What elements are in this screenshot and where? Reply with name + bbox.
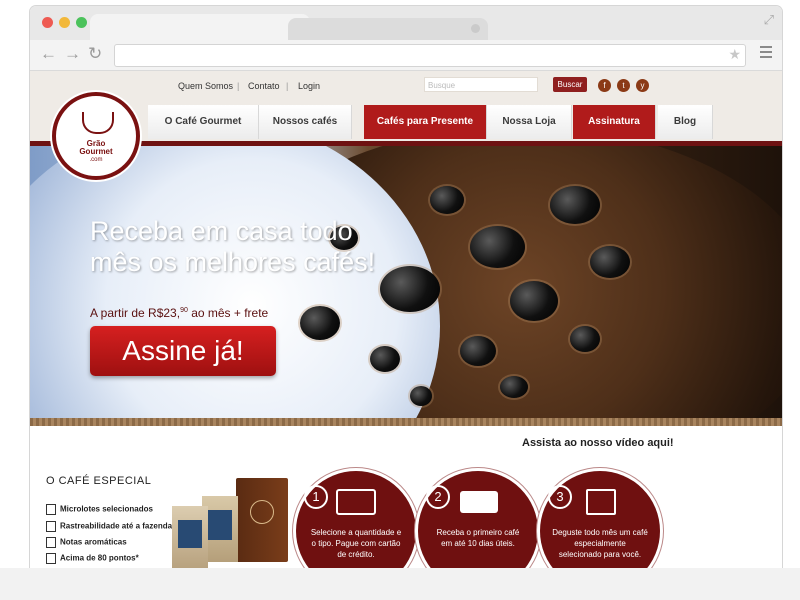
link-quem-somos[interactable]: Quem Somos xyxy=(178,81,233,91)
bag-icon xyxy=(46,504,56,515)
feature-label: Notas aromáticas xyxy=(60,537,127,547)
separator: | xyxy=(237,81,240,91)
bubble xyxy=(500,376,528,398)
separator: | xyxy=(286,81,289,91)
gift-box xyxy=(236,478,288,562)
feature-item: Acima de 80 pontos* xyxy=(46,553,139,564)
menu-icon[interactable] xyxy=(760,46,772,58)
feature-item: Notas aromáticas xyxy=(46,537,127,548)
browser-window: ⤢ ← → ↻ ★ Quem Somos | Contato | Login B… xyxy=(30,6,782,568)
tab-close-icon[interactable] xyxy=(471,24,480,33)
page-shadow-band xyxy=(0,568,800,600)
hero-title-line1: Receba em casa todo xyxy=(90,216,353,246)
bubble xyxy=(510,281,558,321)
step-2-badge: 2 Receba o primeiro café em até 10 dias … xyxy=(418,471,538,568)
coffee-bag xyxy=(172,506,208,568)
maximize-dot[interactable] xyxy=(76,17,87,28)
hero-title: Receba em casa todo mês os melhores café… xyxy=(90,216,375,278)
site-header: Quem Somos | Contato | Login Busque Busc… xyxy=(30,71,782,146)
step-3-badge: 3 Deguste todo mês um café especialmente… xyxy=(540,471,660,568)
feature-item: Microlotes selecionados xyxy=(46,504,153,515)
facebook-icon[interactable]: f xyxy=(598,79,611,92)
step-number: 1 xyxy=(304,485,328,509)
step-1-badge: 1 Selecione a quantidade e o tipo. Pague… xyxy=(296,471,416,568)
coffee-cup-icon xyxy=(82,112,114,134)
step-text: Receba o primeiro café em até 10 dias út… xyxy=(436,528,520,548)
feature-item: Rastreabilidade até a fazenda xyxy=(46,521,172,532)
step-text: Selecione a quantidade e o tipo. Pague c… xyxy=(310,528,402,559)
logo-line2: Gourmet xyxy=(79,147,113,156)
bubble xyxy=(370,346,400,372)
logo-line3: .com xyxy=(89,157,103,163)
bubble xyxy=(430,186,464,214)
nav-assinatura[interactable]: Assinatura xyxy=(573,105,656,139)
site-logo[interactable]: Grão Gourmet .com xyxy=(52,92,140,180)
link-contato[interactable]: Contato xyxy=(248,81,280,91)
hero-banner: Receba em casa todo mês os melhores café… xyxy=(30,146,782,418)
bag-label xyxy=(208,510,232,540)
reload-icon[interactable]: ↻ xyxy=(88,44,102,64)
bookmark-star-icon[interactable]: ★ xyxy=(728,46,741,63)
special-title: O CAFÉ ESPECIAL xyxy=(46,475,152,487)
minimize-dot[interactable] xyxy=(59,17,70,28)
bag-label xyxy=(178,520,202,548)
main-nav: O Café Gourmet Nossos cafés Cafés para P… xyxy=(148,105,713,141)
nav-nossos-cafes[interactable]: Nossos cafés xyxy=(259,105,352,139)
step-number: 2 xyxy=(426,485,450,509)
search-input[interactable]: Busque xyxy=(424,77,538,92)
subscribe-button[interactable]: Assine já! xyxy=(90,326,276,376)
wood-stripe xyxy=(30,418,782,426)
link-login[interactable]: Login xyxy=(298,81,320,91)
nav-nossa-loja[interactable]: Nossa Loja xyxy=(487,105,572,139)
title-bar: ⤢ xyxy=(30,6,782,40)
bag-icon xyxy=(46,521,56,532)
bubble xyxy=(300,306,340,340)
bubble xyxy=(470,226,525,268)
bubble xyxy=(550,186,600,224)
bubble xyxy=(460,336,496,366)
hero-title-line2: mês os melhores cafés! xyxy=(90,247,376,277)
monitor-icon xyxy=(336,489,376,515)
bag-icon xyxy=(46,537,56,548)
bag-icon xyxy=(46,553,56,564)
feature-label: Microlotes selecionados xyxy=(60,504,153,514)
search-button[interactable]: Buscar xyxy=(553,77,587,92)
youtube-icon[interactable]: y xyxy=(636,79,649,92)
web-page: Quem Somos | Contato | Login Busque Busc… xyxy=(30,71,782,568)
price-suffix: ao mês + frete xyxy=(187,306,269,320)
nav-o-cafe-gourmet[interactable]: O Café Gourmet xyxy=(148,105,259,139)
feature-label: Acima de 80 pontos* xyxy=(60,553,139,563)
back-icon[interactable]: ← xyxy=(40,44,57,64)
step-text: Deguste todo mês um café especialmente s… xyxy=(552,528,648,559)
address-bar[interactable]: ★ xyxy=(114,44,746,67)
hero-price: A partir de R$23,90 ao mês + frete xyxy=(90,306,268,320)
close-dot[interactable] xyxy=(42,17,53,28)
browser-tab[interactable] xyxy=(90,14,310,40)
nav-cafes-para-presente[interactable]: Cafés para Presente xyxy=(364,105,487,139)
product-image xyxy=(170,476,288,568)
video-link[interactable]: Assista ao nosso vídeo aqui! xyxy=(522,437,674,449)
cup-rim xyxy=(30,146,440,418)
browser-toolbar: ← → ↻ ★ xyxy=(30,40,782,71)
twitter-icon[interactable]: t xyxy=(617,79,630,92)
forward-icon[interactable]: → xyxy=(64,44,81,64)
box-logo-icon xyxy=(250,500,274,524)
fullscreen-icon[interactable]: ⤢ xyxy=(764,12,774,28)
bubble xyxy=(380,266,440,312)
price-prefix: A partir de R$23, xyxy=(90,306,181,320)
price-cents: 90 xyxy=(180,307,188,314)
feature-label: Rastreabilidade até a fazenda xyxy=(60,521,173,531)
nav-blog[interactable]: Blog xyxy=(658,105,713,139)
coffee-bags-icon xyxy=(586,489,616,515)
bubble xyxy=(410,386,432,406)
truck-icon xyxy=(460,491,498,513)
step-number: 3 xyxy=(548,485,572,509)
bubble xyxy=(590,246,630,278)
bubble xyxy=(570,326,600,352)
new-tab[interactable] xyxy=(288,18,488,40)
